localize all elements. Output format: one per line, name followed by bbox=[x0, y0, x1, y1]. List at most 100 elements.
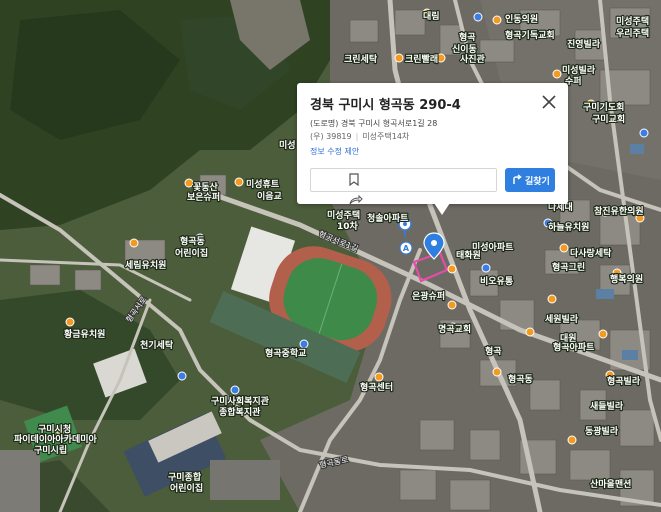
map-feature bbox=[473, 12, 483, 22]
map-label: 종합복지관 bbox=[219, 406, 261, 418]
map-label: 태화원 bbox=[456, 249, 481, 261]
map-label: 미성휴트 bbox=[246, 178, 280, 190]
close-icon[interactable] bbox=[540, 93, 558, 111]
map-feature bbox=[639, 128, 649, 138]
map-feature bbox=[230, 385, 240, 395]
map-label: 동광빌라 bbox=[585, 425, 619, 437]
map-label: 구미시청 bbox=[38, 423, 71, 435]
map-feature bbox=[529, 379, 561, 411]
map-label: 우리주택 bbox=[616, 27, 649, 39]
map-label: 사진관 bbox=[460, 53, 486, 65]
map-feature bbox=[436, 53, 446, 63]
map-feature bbox=[569, 449, 611, 481]
bookmark-button[interactable] bbox=[310, 168, 497, 192]
map-label: 구미종합 bbox=[168, 471, 202, 483]
map-label: 황금유치원 bbox=[64, 328, 105, 340]
map-label: 산마을맨션 bbox=[590, 478, 631, 490]
map-feature bbox=[374, 372, 384, 382]
map-label: 형곡동 bbox=[180, 235, 205, 247]
postal-info: (우) 39819 | 미성주택14차 bbox=[310, 131, 409, 142]
map-feature bbox=[492, 367, 502, 377]
map-label: 대원 bbox=[560, 332, 577, 344]
map-feature bbox=[469, 429, 501, 461]
road-address: (도로명) 경북 구미시 형곡서로1길 28 bbox=[310, 119, 438, 128]
map-feature bbox=[349, 19, 379, 43]
address-info-popup: 경북 구미시 형곡동 290-4 (도로명) 경북 구미시 형곡서로1길 28 … bbox=[297, 83, 568, 215]
map-label: 세림유치원 bbox=[125, 259, 166, 271]
map-feature bbox=[0, 450, 40, 512]
map-label: 구미교회 bbox=[592, 113, 625, 125]
map-label: 참진유한의원 bbox=[594, 205, 644, 217]
map-label: 형곡동 bbox=[508, 373, 533, 385]
map-label: 비오유통 bbox=[480, 275, 513, 287]
map-feature bbox=[184, 178, 194, 188]
satellite-map[interactable]: A 대림 인동의원 크린세탁 형곡 크린빨래 형곡기독교회 신이동 사진관 진영… bbox=[0, 0, 661, 512]
map-label: 세원빌라 bbox=[545, 313, 579, 325]
map-feature bbox=[399, 469, 437, 501]
map-feature bbox=[630, 144, 644, 154]
map-feature bbox=[447, 264, 457, 274]
map-label: 미성주택 bbox=[616, 15, 649, 27]
bookmark-icon bbox=[349, 173, 359, 186]
map-label: 새들빌라 bbox=[590, 400, 624, 412]
map-label: 미성 bbox=[279, 139, 296, 151]
popup-title: 경북 구미시 형곡동 290-4 bbox=[310, 98, 461, 113]
map-label: 천기세탁 bbox=[140, 339, 174, 351]
map-feature bbox=[567, 435, 577, 445]
map-feature bbox=[596, 289, 614, 299]
map-feature bbox=[234, 177, 244, 187]
share-icon[interactable] bbox=[349, 195, 363, 205]
map-label: 형곡 bbox=[485, 345, 502, 357]
map-label: 다사랑세탁 bbox=[570, 247, 612, 259]
edit-suggestion-link[interactable]: 정보 수정 제안 bbox=[310, 146, 359, 157]
map-label: 꽃동산 bbox=[193, 181, 219, 193]
map-feature bbox=[447, 300, 457, 310]
postal-code: (우) 39819 bbox=[310, 132, 352, 141]
map-feature bbox=[299, 339, 309, 349]
map-label: 미성주택 bbox=[327, 209, 360, 221]
map-feature bbox=[65, 317, 75, 327]
map-feature bbox=[559, 243, 569, 253]
map-label: 형곡 bbox=[459, 31, 476, 43]
map-feature bbox=[599, 214, 641, 246]
map-label: 10차 bbox=[337, 220, 359, 232]
map-label: 형곡빌라 bbox=[607, 375, 641, 387]
map-label: 이음교 bbox=[257, 190, 282, 202]
map-feature bbox=[552, 69, 562, 79]
map-feature bbox=[492, 15, 502, 25]
map-label: 진영빌라 bbox=[567, 38, 601, 50]
map-label: 인동의원 bbox=[505, 13, 538, 25]
map-feature bbox=[210, 460, 280, 500]
map-feature bbox=[29, 264, 61, 286]
map-label: 은광슈퍼 bbox=[412, 290, 445, 302]
popup-pointer bbox=[434, 203, 450, 215]
map-feature bbox=[525, 327, 535, 337]
map-feature bbox=[177, 371, 187, 381]
marker-a[interactable]: A bbox=[399, 241, 413, 255]
map-label: 행복의원 bbox=[610, 273, 643, 285]
map-feature bbox=[394, 53, 404, 63]
map-feature bbox=[449, 479, 491, 511]
marker-a-letter: A bbox=[403, 244, 410, 253]
map-label: 파이데이아아카데미아 bbox=[14, 433, 98, 445]
map-label: 구미시립 bbox=[34, 444, 67, 456]
map-label: 형곡센터 bbox=[360, 381, 393, 393]
map-feature bbox=[129, 238, 139, 248]
map-label: 대림 bbox=[423, 10, 440, 22]
map-feature bbox=[547, 294, 557, 304]
map-feature bbox=[481, 263, 491, 273]
map-label: 구미사회복지관 bbox=[211, 395, 270, 407]
map-label: 신이동 bbox=[452, 43, 477, 55]
map-label: 명곡교회 bbox=[438, 323, 471, 335]
route-button[interactable]: 길찾기 bbox=[505, 168, 555, 192]
map-label: 크린세탁 bbox=[344, 53, 378, 65]
map-label: 어린이집 bbox=[175, 247, 208, 259]
route-icon bbox=[513, 174, 522, 184]
map-feature bbox=[431, 240, 437, 246]
place-name: 미성주택14차 bbox=[362, 132, 410, 141]
separator: | bbox=[355, 132, 359, 141]
map-feature bbox=[74, 269, 102, 291]
map-label: 크린빨래 bbox=[405, 53, 438, 65]
map-label: 하늘유치원 bbox=[548, 221, 589, 233]
map-feature bbox=[598, 329, 608, 339]
